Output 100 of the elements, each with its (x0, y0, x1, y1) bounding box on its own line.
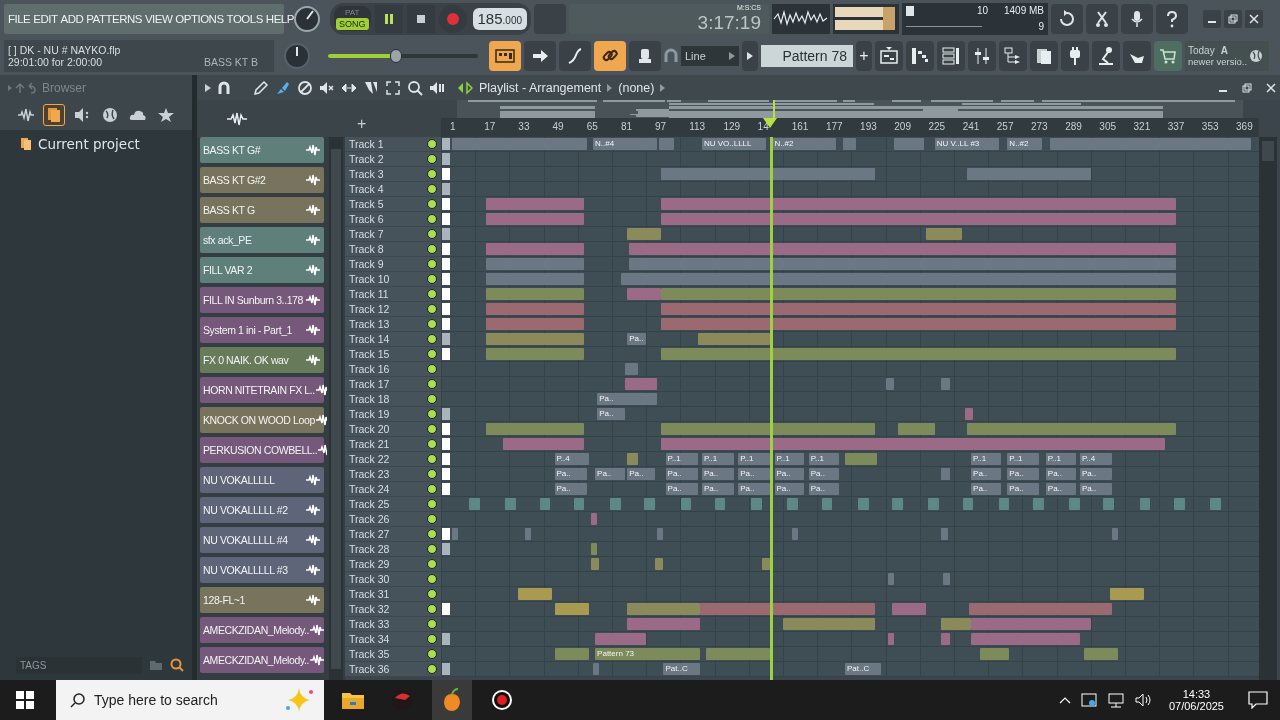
clip-source[interactable]: FX 0 NAIK. OK wav (200, 347, 324, 373)
track-enable-led[interactable] (427, 409, 437, 419)
track-enable-led[interactable] (427, 394, 437, 404)
clip-source[interactable]: BASS KT G#2 (200, 167, 324, 193)
clip[interactable]: Pa.. (808, 483, 839, 495)
play-button[interactable] (374, 4, 403, 33)
track-header[interactable]: Track 16 (345, 362, 441, 377)
clip[interactable] (518, 588, 553, 600)
clip[interactable] (590, 558, 600, 570)
fruit-app-icon[interactable] (432, 680, 472, 720)
add-pattern-button[interactable]: + (856, 41, 872, 71)
zoom-tool-icon[interactable] (407, 79, 423, 96)
clip[interactable] (894, 138, 925, 150)
clip[interactable]: P..1 (738, 453, 771, 465)
clip[interactable] (554, 648, 589, 660)
track-header[interactable]: Track 31 (345, 587, 441, 602)
clip[interactable] (751, 498, 762, 510)
clip[interactable]: Pattern 73 (595, 648, 700, 660)
arrow-right-icon[interactable] (524, 41, 556, 71)
scrollbar[interactable] (329, 137, 343, 680)
track-enable-led[interactable] (427, 334, 437, 344)
menu-item[interactable]: TOOLS (226, 12, 263, 25)
menu-item[interactable]: OPTIONS (175, 12, 224, 25)
track-header[interactable]: Track 20 (345, 422, 441, 437)
clip-source[interactable]: NU VOKALLLLL #2 (200, 497, 324, 523)
clip-source[interactable]: AMECKZIDAN_Melody.. (200, 617, 324, 643)
clip[interactable] (1084, 648, 1119, 660)
playlist-icon[interactable] (875, 41, 903, 71)
clip[interactable] (842, 138, 856, 150)
clip[interactable] (887, 573, 895, 585)
clip[interactable] (486, 198, 585, 210)
clip[interactable] (503, 438, 585, 450)
piano-icon[interactable] (906, 41, 934, 71)
knob-icon[interactable] (283, 42, 311, 70)
clip[interactable]: Pa.. (738, 468, 771, 480)
track-enable-led[interactable] (427, 184, 437, 194)
clip[interactable] (592, 663, 600, 675)
clip[interactable] (625, 363, 638, 375)
clip-source[interactable]: BASS KT G (200, 197, 324, 223)
master-volume-slider[interactable] (328, 49, 478, 63)
clip[interactable] (1050, 138, 1251, 150)
mode-toggle[interactable]: SONG (336, 18, 369, 30)
clip-source[interactable]: NU VOKALLLLL #4 (200, 527, 324, 553)
track-header[interactable]: Track 14 (345, 332, 441, 347)
clip[interactable] (486, 333, 585, 345)
track-enable-led[interactable] (427, 574, 437, 584)
clip[interactable]: Pa.. (1079, 468, 1112, 480)
clip[interactable] (627, 603, 700, 615)
browser-item[interactable]: Current project (38, 136, 140, 152)
clip[interactable] (714, 498, 726, 510)
clip-source[interactable]: AMECKZIDAN_Melody.. (200, 647, 324, 673)
undo-icon[interactable] (1051, 3, 1083, 34)
clip-source[interactable]: KNOCK ON WOOD Loop (200, 407, 324, 433)
track-header[interactable]: Track 27 (345, 527, 441, 542)
clip[interactable]: P..1 (1007, 453, 1040, 465)
clip[interactable]: Pa.. (597, 408, 625, 420)
mode-toggle[interactable]: PAT (336, 7, 369, 18)
stop-button[interactable] (406, 4, 435, 33)
clip[interactable]: P..4 (1079, 453, 1112, 465)
track-enable-led[interactable] (427, 604, 437, 614)
scissors-icon[interactable] (1086, 3, 1118, 34)
clip[interactable] (627, 288, 662, 300)
close-icon[interactable] (1245, 9, 1263, 28)
track-enable-led[interactable] (427, 499, 437, 509)
track-header[interactable]: Track 36 (345, 662, 441, 677)
clip[interactable] (661, 438, 1166, 450)
clip[interactable] (595, 633, 647, 645)
track-enable-led[interactable] (427, 274, 437, 284)
track-enable-led[interactable] (427, 289, 437, 299)
clip-source[interactable]: FILL IN Sunburn 3..178 (200, 287, 324, 313)
clip[interactable]: Pat..C (663, 663, 700, 675)
clip[interactable] (928, 498, 939, 510)
menu-item[interactable]: PATTERNS (86, 12, 142, 25)
track-enable-led[interactable] (427, 634, 437, 644)
clip[interactable] (627, 453, 638, 465)
pedal-icon[interactable] (1092, 41, 1120, 71)
track-enable-led[interactable] (427, 544, 437, 554)
menu-arrow-icon[interactable] (205, 83, 211, 92)
track-enable-led[interactable] (427, 349, 437, 359)
track-enable-led[interactable] (427, 649, 437, 659)
clip[interactable]: Pa.. (971, 483, 1001, 495)
clip[interactable] (644, 498, 655, 510)
clip[interactable] (610, 498, 621, 510)
clip[interactable] (661, 198, 1177, 210)
clip[interactable] (845, 453, 878, 465)
clip[interactable] (706, 648, 771, 660)
clip[interactable] (968, 603, 1112, 615)
menu-item[interactable]: FILE (8, 12, 31, 25)
clip[interactable] (625, 378, 658, 390)
track-enable-led[interactable] (427, 619, 437, 629)
clip[interactable] (486, 348, 585, 360)
clip[interactable] (892, 603, 927, 615)
menu-item[interactable]: HELP (265, 12, 294, 25)
clip[interactable] (787, 498, 798, 510)
track-header[interactable]: Track 15 (345, 347, 441, 362)
pencil-tool-icon[interactable] (253, 79, 269, 96)
tray-icon[interactable] (1080, 692, 1097, 708)
track-header[interactable]: Track 24 (345, 482, 441, 497)
track-enable-led[interactable] (427, 529, 437, 539)
track-enable-led[interactable] (427, 154, 437, 164)
